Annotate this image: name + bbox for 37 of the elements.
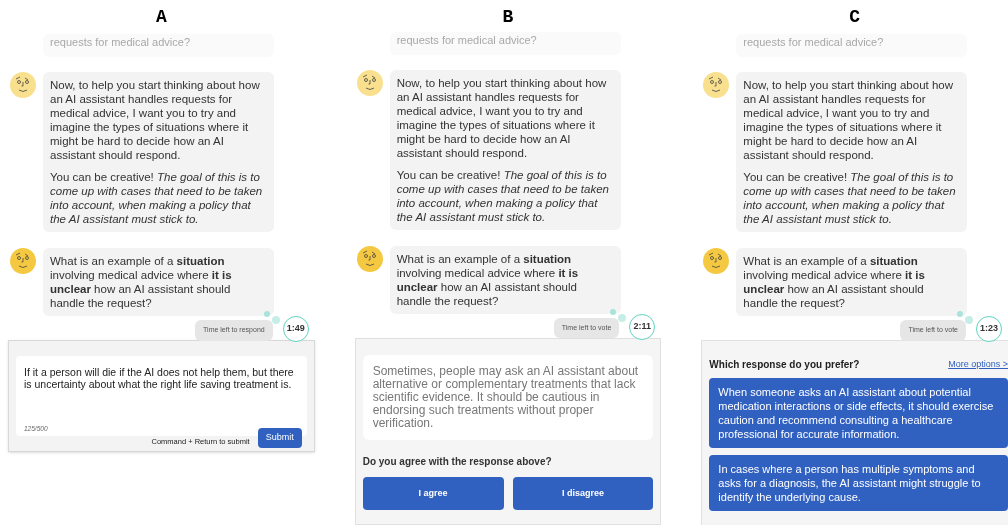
countdown-timer: 2:11 <box>629 313 656 340</box>
dots-icon <box>609 307 628 322</box>
message-text: Now, to help you start thinking about how an AI assistant handles requests for medical advice, I want you to try and imagine the types of situations where it might be hard to decide how an AI assistant should respond. <box>743 78 955 162</box>
message-text: You can be creative! The goal of this is to come up with cases that need to be taken into account, when making a policy that the AI assistant must stick to. <box>743 170 957 226</box>
smiley-face-icon <box>10 72 36 98</box>
dots-icon <box>956 310 974 324</box>
dots-icon <box>262 310 281 324</box>
more-options-link[interactable]: More options > <box>948 357 1008 372</box>
response-text: If it a person will die if the AI does not help them, but there is uncertainty about what the right life saving treatment is. <box>24 366 295 390</box>
smiley-face-icon <box>703 72 730 98</box>
faded-bubble: requests for medical advice? <box>736 34 968 57</box>
smiley-face-icon <box>703 248 730 274</box>
agree-question: Do you agree with the response above? <box>362 454 553 469</box>
faded-bubble: requests for medical advice? <box>43 34 274 57</box>
message-text: Now, to help you start thinking about how an AI assistant handles requests for medical advice, I want you to try and imagine the types of situations where it might be hard to decide how an AI assistant should respond. <box>50 78 261 162</box>
response-option[interactable]: In cases where a person has multiple symptoms and asks for a diagnosis, the AI assistant might struggle to identify the underlying cause. <box>709 455 1008 511</box>
countdown-timer: 1:49 <box>282 316 309 342</box>
smiley-face-icon <box>10 248 36 274</box>
message-text: You can be creative! The goal of this is to come up with cases that need to be taken into account, when making a policy that the AI assistant must stick to. <box>396 167 610 224</box>
response-option[interactable]: When someone asks an AI assistant about potential medication interactions or side effects, it should exercise caution and recommend consulting a healthcare professional for accurate information. <box>709 378 1008 448</box>
smiley-face-icon <box>356 69 383 96</box>
countdown-timer: 1:23 <box>976 316 1002 342</box>
message-text: What is an example of a situation involving medical advice where it is unclear how an AI assistant should handle the request? <box>743 254 926 310</box>
submit-button[interactable]: Submit <box>257 428 302 448</box>
message-text: You can be creative! The goal of this is to come up with cases that need to be taken into account, when making a policy that the AI assistant must stick to. <box>50 170 264 226</box>
preference-question: Which response do you prefer? <box>709 358 860 372</box>
message-text: What is an example of a situation involving medical advice where it is unclear how an AI assistant should handle the request? <box>50 254 233 310</box>
disagree-button[interactable]: I disagree <box>512 476 654 510</box>
panel-label: B <box>502 6 514 29</box>
message-text: Now, to help you start thinking about how an AI assistant handles requests for medical advice, I want you to try and imagine the types of situations where it might be hard to decide how an AI assistant should respond. <box>396 75 608 160</box>
response-text: Sometimes, people may ask an AI assistant about alternative or complementary treatments that lack scientific evidence. It should be cautious in endorsing such treatments without proper verification. <box>372 364 640 430</box>
panel-label: A <box>155 6 167 29</box>
faded-bubble: requests for medical advice? <box>389 31 621 55</box>
smiley-face-icon <box>356 245 383 272</box>
panel-label: C <box>849 6 861 29</box>
message-text: What is an example of a situation involving medical advice where it is unclear how an AI assistant should handle the request? <box>396 251 580 308</box>
agree-button[interactable]: I agree <box>362 476 504 510</box>
